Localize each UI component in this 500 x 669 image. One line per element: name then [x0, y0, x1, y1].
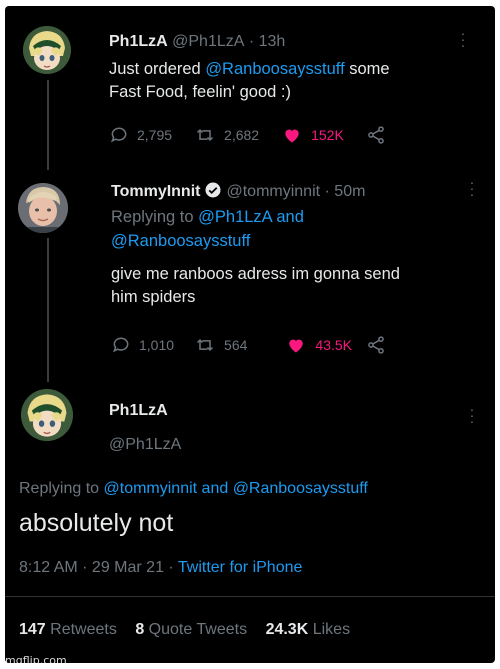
handle[interactable]: @Ph1LzA	[109, 436, 181, 454]
share-button[interactable]	[366, 335, 394, 355]
avatar-tommyinnit[interactable]	[18, 183, 68, 233]
avatar-philza[interactable]	[21, 389, 73, 441]
avatar-philza[interactable]	[23, 26, 71, 74]
tweet-text: Just ordered @Ranboosaysstuff some Fast …	[109, 60, 390, 101]
tweet-philza-main: Ph1LzA @Ph1LzA · · · Replying to @tommyinn…	[5, 376, 495, 663]
reply-icon	[112, 337, 129, 353]
retweet-count: 2,682	[224, 127, 260, 143]
share-icon	[368, 336, 384, 354]
display-name[interactable]: TommyInnit	[111, 183, 200, 200]
replying-to: Replying to @tommyinnit and @Ranboosayss…	[19, 480, 368, 497]
tweet-actions: 1,010 564 43.5K	[111, 335, 416, 355]
retweets-stat[interactable]: 147 Retweets	[19, 621, 131, 638]
more-icon[interactable]: · · ·	[460, 26, 466, 52]
like-count: 152K	[311, 127, 344, 143]
reply-count: 1,010	[139, 337, 175, 353]
tweet-stats: 147 Retweets 8 Quote Tweets 24.3K Likes	[19, 621, 364, 639]
reply-button[interactable]: 2,795	[109, 125, 172, 145]
mention-link[interactable]: @Ph1LzA	[198, 208, 272, 226]
share-icon	[367, 126, 384, 144]
watermark: imgflip.com	[2, 654, 67, 667]
more-icon[interactable]: · · ·	[469, 175, 475, 201]
like-button[interactable]: 43.5K	[285, 335, 352, 355]
retweet-button[interactable]: 564	[194, 335, 247, 355]
divider	[5, 596, 495, 597]
replying-to: Replying to @Ph1LzA and @Ranboosaysstuff	[111, 208, 304, 250]
retweet-button[interactable]: 2,682	[194, 125, 259, 145]
retweet-icon	[197, 128, 214, 142]
handle[interactable]: @tommyinnit	[226, 183, 320, 200]
quote-tweets-stat[interactable]: 8 Quote Tweets	[135, 621, 261, 638]
handle[interactable]: @Ph1LzA	[172, 33, 244, 50]
reply-button[interactable]: 1,010	[111, 335, 174, 355]
share-button[interactable]	[366, 125, 394, 145]
display-name[interactable]: Ph1LzA	[109, 402, 168, 420]
retweet-icon	[197, 338, 214, 352]
tweet-timestamp: 8:12 AM · 29 Mar 21 · Twitter for iPhone	[19, 559, 303, 576]
display-name[interactable]: Ph1LzA	[109, 33, 168, 50]
tweet-thread: Ph1LzA @Ph1LzA · 13h · · · Just ordered @R…	[5, 6, 495, 663]
tweet-time[interactable]: · 50m	[325, 183, 366, 200]
tweet-text: absolutely not	[19, 509, 174, 537]
tweet-philza-1[interactable]: Ph1LzA @Ph1LzA · 13h · · · Just ordered @R…	[5, 6, 495, 170]
thread-connector-line	[47, 238, 49, 382]
tweet-actions: 2,795 2,682 152K	[109, 125, 416, 145]
tweet-tommyinnit[interactable]: TommyInnit @tommyinnit · 50m · · · Replying…	[5, 166, 495, 382]
like-button[interactable]: 152K	[281, 125, 344, 145]
like-count: 43.5K	[315, 337, 352, 353]
mention-link[interactable]: @tommyinnit	[104, 480, 198, 497]
verified-icon	[205, 182, 221, 198]
likes-stat[interactable]: 24.3K Likes	[266, 621, 365, 638]
reply-count: 2,795	[137, 127, 173, 143]
mention-link[interactable]: @Ranboosaysstuff	[233, 480, 368, 497]
retweet-count: 564	[224, 337, 248, 353]
tweet-time[interactable]: · 13h	[249, 33, 285, 50]
mention-link[interactable]: @Ranboosaysstuff	[111, 232, 250, 250]
client-link[interactable]: Twitter for iPhone	[178, 559, 303, 576]
reply-icon	[110, 127, 127, 143]
more-icon[interactable]: · · ·	[469, 402, 475, 428]
mention-link[interactable]: @Ranboosaysstuff	[205, 60, 344, 78]
heart-icon	[289, 339, 304, 353]
thread-connector-line	[47, 80, 49, 170]
heart-icon	[285, 129, 299, 143]
tweet-text: give me ranboos adress im gonna send him…	[111, 265, 400, 306]
